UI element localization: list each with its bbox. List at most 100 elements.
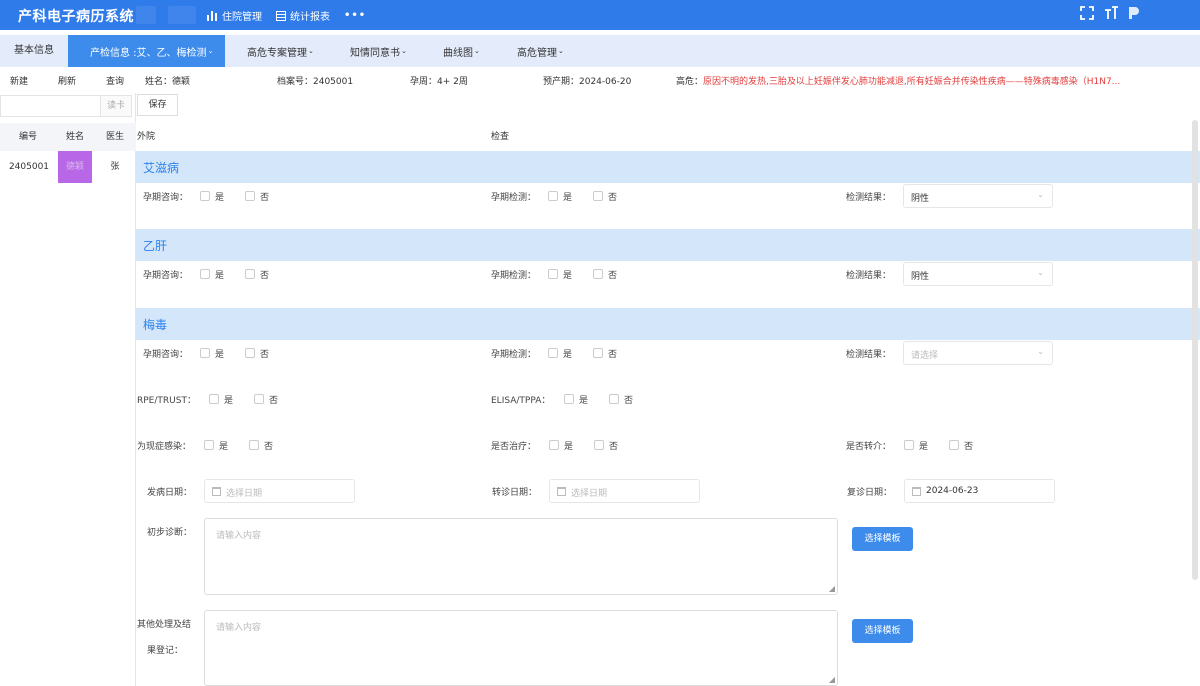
diagnosis-placeholder: 请输入内容	[216, 531, 262, 541]
no-label: 否	[260, 193, 270, 203]
aids-test-yes-checkbox[interactable]	[548, 191, 558, 201]
treatment-yes-checkbox[interactable]	[549, 440, 559, 450]
rpe-yes-checkbox[interactable]	[209, 394, 219, 404]
aids-consult-no-checkbox[interactable]	[245, 191, 255, 201]
diagnosis-label: 初步诊断：	[147, 528, 193, 538]
nav-statistics-label: 统计报表	[290, 12, 330, 23]
syphilis-test-no-checkbox[interactable]	[593, 348, 603, 358]
row-id: 2405001	[8, 162, 50, 172]
treatment-no-checkbox[interactable]	[594, 440, 604, 450]
query-button[interactable]: 查询	[106, 74, 124, 87]
elisa-no-checkbox[interactable]	[609, 394, 619, 404]
referral-no-checkbox[interactable]	[949, 440, 959, 450]
infection-no-checkbox[interactable]	[249, 440, 259, 450]
app-title: 产科电子病历系统	[18, 9, 134, 25]
chevron-down-icon: ⌄	[1037, 268, 1044, 277]
yes-label: 是	[563, 350, 573, 360]
hbv-result-value: 阴性	[911, 272, 930, 282]
tab-bar: 基本信息 产检信息 :艾、乙、梅检测⌄ 高危专案管理⌄ 知情同意书⌄ 曲线图⌄ …	[0, 35, 1200, 67]
tab-prenatal-tests-label: 产检信息 :艾、乙、梅检测	[90, 48, 207, 59]
table-row[interactable]: 2405001 德颖 张	[0, 151, 136, 183]
syphilis-consult-yes-checkbox[interactable]	[200, 348, 210, 358]
nav-inpatient[interactable]: 住院管理	[207, 8, 262, 23]
save-button[interactable]: 保存	[137, 94, 178, 116]
risk-text: 原因不明的发热,三胎及以上妊娠伴发心肺功能减退,所有妊娠合并传染性疾病——特殊病…	[703, 77, 1121, 87]
onset-date-placeholder: 选择日期	[226, 489, 263, 499]
chevron-down-icon: ⌄	[558, 47, 564, 55]
hbv-consult-label: 孕期咨询：	[143, 271, 189, 281]
other-handling-textarea[interactable]: 请输入内容 ◢	[204, 610, 838, 686]
syphilis-test-label: 孕期检测：	[491, 350, 537, 360]
syphilis-result-select[interactable]: 请选择 ⌄	[903, 341, 1053, 365]
tab-basic-info[interactable]: 基本信息	[14, 35, 54, 67]
syphilis-consult-no-checkbox[interactable]	[245, 348, 255, 358]
transfer-date-picker[interactable]: 选择日期	[549, 479, 700, 503]
tab-high-risk-mgmt[interactable]: 高危管理⌄	[517, 35, 564, 67]
risk-label: 高危：	[676, 77, 704, 87]
tab-consent-label: 知情同意书	[350, 48, 400, 59]
refresh-button[interactable]: 刷新	[58, 74, 76, 87]
syphilis-result-placeholder: 请选择	[911, 351, 939, 361]
tab-curve-label: 曲线图	[443, 48, 473, 59]
more-menu[interactable]: •••	[344, 8, 366, 23]
elisa-yes-checkbox[interactable]	[564, 394, 574, 404]
theme-icon[interactable]	[1128, 6, 1140, 20]
chevron-down-icon: ⌄	[308, 47, 314, 55]
tab-curve[interactable]: 曲线图⌄	[443, 35, 480, 67]
other-handling-placeholder: 请输入内容	[216, 623, 262, 633]
infection-yes-checkbox[interactable]	[204, 440, 214, 450]
scrollbar[interactable]	[1192, 120, 1198, 580]
yes-label: 是	[215, 271, 225, 281]
onset-date-picker[interactable]: 选择日期	[204, 479, 355, 503]
calendar-icon	[212, 487, 221, 496]
aids-consult-yes-checkbox[interactable]	[200, 191, 210, 201]
rpe-trust-label: RPE/TRUST：	[137, 396, 196, 406]
aids-result-select[interactable]: 阴性 ⌄	[903, 184, 1053, 208]
yes-label: 是	[215, 193, 225, 203]
no-label: 否	[609, 442, 619, 452]
transfer-date-placeholder: 选择日期	[571, 489, 608, 499]
new-button[interactable]: 新建	[10, 74, 28, 87]
top-right-tools	[1080, 6, 1140, 20]
section-aids-title: 艾滋病	[143, 161, 180, 175]
nav-statistics[interactable]: 统计报表	[276, 8, 330, 23]
select-template-button[interactable]: 选择模板	[852, 619, 913, 643]
fullscreen-icon[interactable]	[1080, 6, 1094, 20]
patient-list-header: 编号 姓名 医生	[0, 123, 136, 151]
tab-prenatal-tests[interactable]: 产检信息 :艾、乙、梅检测⌄	[68, 35, 225, 67]
yes-label: 是	[219, 442, 229, 452]
syphilis-consult-label: 孕期咨询：	[143, 350, 189, 360]
tab-basic-info-label: 基本信息	[14, 45, 54, 56]
referral-yes-checkbox[interactable]	[904, 440, 914, 450]
syphilis-test-yes-checkbox[interactable]	[548, 348, 558, 358]
aids-result-value: 阴性	[911, 194, 930, 204]
select-template-button[interactable]: 选择模板	[852, 527, 913, 551]
calendar-icon	[557, 487, 566, 496]
hbv-consult-yes-checkbox[interactable]	[200, 269, 210, 279]
hbv-result-select[interactable]: 阴性 ⌄	[903, 262, 1053, 286]
read-card-button[interactable]: 读卡	[100, 95, 132, 117]
yes-label: 是	[563, 193, 573, 203]
font-size-icon[interactable]	[1104, 6, 1118, 20]
revisit-date-picker[interactable]: 2024-06-23	[904, 479, 1055, 503]
rpe-no-checkbox[interactable]	[254, 394, 264, 404]
hbv-consult-no-checkbox[interactable]	[245, 269, 255, 279]
tab-high-risk-case[interactable]: 高危专案管理⌄	[247, 35, 314, 67]
aids-test-no-checkbox[interactable]	[593, 191, 603, 201]
tab-consent[interactable]: 知情同意书⌄	[350, 35, 407, 67]
card-input[interactable]	[0, 95, 100, 117]
section-aids: 艾滋病	[136, 151, 1200, 183]
yes-label: 是	[579, 396, 589, 406]
resize-handle-icon[interactable]: ◢	[829, 584, 835, 593]
no-label: 否	[608, 271, 618, 281]
nav-inpatient-label: 住院管理	[222, 12, 262, 23]
hbv-test-no-checkbox[interactable]	[593, 269, 603, 279]
onset-date-label: 发病日期：	[147, 488, 193, 498]
no-label: 否	[608, 193, 618, 203]
other-handling-label-line1: 其他处理及结	[137, 620, 192, 630]
diagnosis-textarea[interactable]: 请输入内容 ◢	[204, 518, 838, 595]
no-label: 否	[260, 350, 270, 360]
hbv-test-yes-checkbox[interactable]	[548, 269, 558, 279]
resize-handle-icon[interactable]: ◢	[829, 675, 835, 684]
row-name: 德颖	[58, 151, 92, 183]
